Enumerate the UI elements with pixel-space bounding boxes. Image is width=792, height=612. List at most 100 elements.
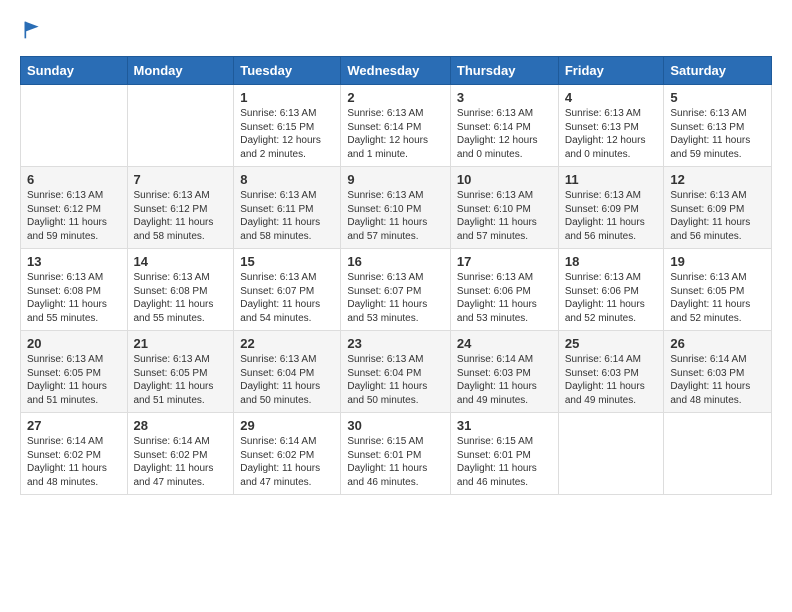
day-number: 17 [457,254,552,269]
calendar-cell: 26 Sunrise: 6:14 AMSunset: 6:03 PMDaylig… [664,331,772,413]
day-info: Sunrise: 6:13 AMSunset: 6:13 PMDaylight:… [565,108,646,160]
day-info: Sunrise: 6:15 AMSunset: 6:01 PMDaylight:… [457,436,537,488]
day-number: 18 [565,254,658,269]
day-number: 6 [27,172,121,187]
calendar-cell: 14 Sunrise: 6:13 AMSunset: 6:08 PMDaylig… [127,249,234,331]
day-info: Sunrise: 6:13 AMSunset: 6:12 PMDaylight:… [134,190,214,242]
calendar-cell [127,85,234,167]
day-number: 23 [347,336,444,351]
calendar-cell: 28 Sunrise: 6:14 AMSunset: 6:02 PMDaylig… [127,413,234,495]
day-number: 9 [347,172,444,187]
calendar-cell: 31 Sunrise: 6:15 AMSunset: 6:01 PMDaylig… [450,413,558,495]
day-number: 22 [240,336,334,351]
day-info: Sunrise: 6:13 AMSunset: 6:14 PMDaylight:… [347,108,428,160]
day-number: 30 [347,418,444,433]
day-info: Sunrise: 6:13 AMSunset: 6:04 PMDaylight:… [347,354,427,406]
calendar-cell: 18 Sunrise: 6:13 AMSunset: 6:06 PMDaylig… [558,249,664,331]
calendar-cell: 9 Sunrise: 6:13 AMSunset: 6:10 PMDayligh… [341,167,451,249]
calendar-cell: 10 Sunrise: 6:13 AMSunset: 6:10 PMDaylig… [450,167,558,249]
calendar-cell: 3 Sunrise: 6:13 AMSunset: 6:14 PMDayligh… [450,85,558,167]
calendar-cell: 15 Sunrise: 6:13 AMSunset: 6:07 PMDaylig… [234,249,341,331]
day-info: Sunrise: 6:14 AMSunset: 6:02 PMDaylight:… [240,436,320,488]
calendar-cell: 30 Sunrise: 6:15 AMSunset: 6:01 PMDaylig… [341,413,451,495]
day-info: Sunrise: 6:13 AMSunset: 6:05 PMDaylight:… [670,272,750,324]
day-info: Sunrise: 6:15 AMSunset: 6:01 PMDaylight:… [347,436,427,488]
calendar-cell: 22 Sunrise: 6:13 AMSunset: 6:04 PMDaylig… [234,331,341,413]
day-number: 24 [457,336,552,351]
day-number: 5 [670,90,765,105]
calendar-cell: 5 Sunrise: 6:13 AMSunset: 6:13 PMDayligh… [664,85,772,167]
day-info: Sunrise: 6:14 AMSunset: 6:02 PMDaylight:… [134,436,214,488]
day-number: 29 [240,418,334,433]
day-number: 28 [134,418,228,433]
day-number: 27 [27,418,121,433]
calendar-cell: 23 Sunrise: 6:13 AMSunset: 6:04 PMDaylig… [341,331,451,413]
day-header-thursday: Thursday [450,57,558,85]
day-info: Sunrise: 6:14 AMSunset: 6:02 PMDaylight:… [27,436,107,488]
day-number: 11 [565,172,658,187]
calendar-cell [558,413,664,495]
day-info: Sunrise: 6:14 AMSunset: 6:03 PMDaylight:… [670,354,750,406]
calendar-cell: 24 Sunrise: 6:14 AMSunset: 6:03 PMDaylig… [450,331,558,413]
day-info: Sunrise: 6:13 AMSunset: 6:07 PMDaylight:… [347,272,427,324]
day-info: Sunrise: 6:13 AMSunset: 6:07 PMDaylight:… [240,272,320,324]
day-info: Sunrise: 6:13 AMSunset: 6:05 PMDaylight:… [27,354,107,406]
day-number: 7 [134,172,228,187]
calendar-cell: 21 Sunrise: 6:13 AMSunset: 6:05 PMDaylig… [127,331,234,413]
day-number: 26 [670,336,765,351]
day-info: Sunrise: 6:13 AMSunset: 6:08 PMDaylight:… [134,272,214,324]
calendar-cell: 16 Sunrise: 6:13 AMSunset: 6:07 PMDaylig… [341,249,451,331]
page-header [20,20,772,40]
day-info: Sunrise: 6:13 AMSunset: 6:06 PMDaylight:… [457,272,537,324]
day-number: 21 [134,336,228,351]
day-info: Sunrise: 6:13 AMSunset: 6:10 PMDaylight:… [457,190,537,242]
calendar-cell: 20 Sunrise: 6:13 AMSunset: 6:05 PMDaylig… [21,331,128,413]
calendar-cell: 17 Sunrise: 6:13 AMSunset: 6:06 PMDaylig… [450,249,558,331]
day-number: 1 [240,90,334,105]
day-info: Sunrise: 6:13 AMSunset: 6:05 PMDaylight:… [134,354,214,406]
day-number: 12 [670,172,765,187]
calendar-cell [664,413,772,495]
calendar-cell: 19 Sunrise: 6:13 AMSunset: 6:05 PMDaylig… [664,249,772,331]
calendar-cell: 7 Sunrise: 6:13 AMSunset: 6:12 PMDayligh… [127,167,234,249]
day-header-saturday: Saturday [664,57,772,85]
day-number: 14 [134,254,228,269]
day-info: Sunrise: 6:13 AMSunset: 6:10 PMDaylight:… [347,190,427,242]
calendar-cell [21,85,128,167]
day-number: 15 [240,254,334,269]
calendar-cell: 12 Sunrise: 6:13 AMSunset: 6:09 PMDaylig… [664,167,772,249]
calendar-week-row: 1 Sunrise: 6:13 AMSunset: 6:15 PMDayligh… [21,85,772,167]
day-number: 19 [670,254,765,269]
calendar-cell: 29 Sunrise: 6:14 AMSunset: 6:02 PMDaylig… [234,413,341,495]
day-info: Sunrise: 6:13 AMSunset: 6:12 PMDaylight:… [27,190,107,242]
calendar-week-row: 27 Sunrise: 6:14 AMSunset: 6:02 PMDaylig… [21,413,772,495]
day-number: 16 [347,254,444,269]
day-info: Sunrise: 6:13 AMSunset: 6:14 PMDaylight:… [457,108,538,160]
day-info: Sunrise: 6:13 AMSunset: 6:08 PMDaylight:… [27,272,107,324]
calendar-week-row: 13 Sunrise: 6:13 AMSunset: 6:08 PMDaylig… [21,249,772,331]
day-info: Sunrise: 6:13 AMSunset: 6:15 PMDaylight:… [240,108,321,160]
calendar-cell: 8 Sunrise: 6:13 AMSunset: 6:11 PMDayligh… [234,167,341,249]
calendar-cell: 11 Sunrise: 6:13 AMSunset: 6:09 PMDaylig… [558,167,664,249]
day-info: Sunrise: 6:14 AMSunset: 6:03 PMDaylight:… [565,354,645,406]
day-info: Sunrise: 6:13 AMSunset: 6:09 PMDaylight:… [565,190,645,242]
day-number: 4 [565,90,658,105]
calendar-cell: 6 Sunrise: 6:13 AMSunset: 6:12 PMDayligh… [21,167,128,249]
calendar-week-row: 20 Sunrise: 6:13 AMSunset: 6:05 PMDaylig… [21,331,772,413]
calendar-cell: 13 Sunrise: 6:13 AMSunset: 6:08 PMDaylig… [21,249,128,331]
logo [20,20,42,40]
day-number: 31 [457,418,552,433]
day-number: 3 [457,90,552,105]
day-number: 25 [565,336,658,351]
day-header-monday: Monday [127,57,234,85]
day-header-wednesday: Wednesday [341,57,451,85]
day-info: Sunrise: 6:13 AMSunset: 6:09 PMDaylight:… [670,190,750,242]
calendar-cell: 1 Sunrise: 6:13 AMSunset: 6:15 PMDayligh… [234,85,341,167]
day-info: Sunrise: 6:13 AMSunset: 6:11 PMDaylight:… [240,190,320,242]
day-number: 2 [347,90,444,105]
calendar-table: SundayMondayTuesdayWednesdayThursdayFrid… [20,56,772,495]
calendar-cell: 2 Sunrise: 6:13 AMSunset: 6:14 PMDayligh… [341,85,451,167]
day-header-sunday: Sunday [21,57,128,85]
day-info: Sunrise: 6:14 AMSunset: 6:03 PMDaylight:… [457,354,537,406]
day-number: 10 [457,172,552,187]
